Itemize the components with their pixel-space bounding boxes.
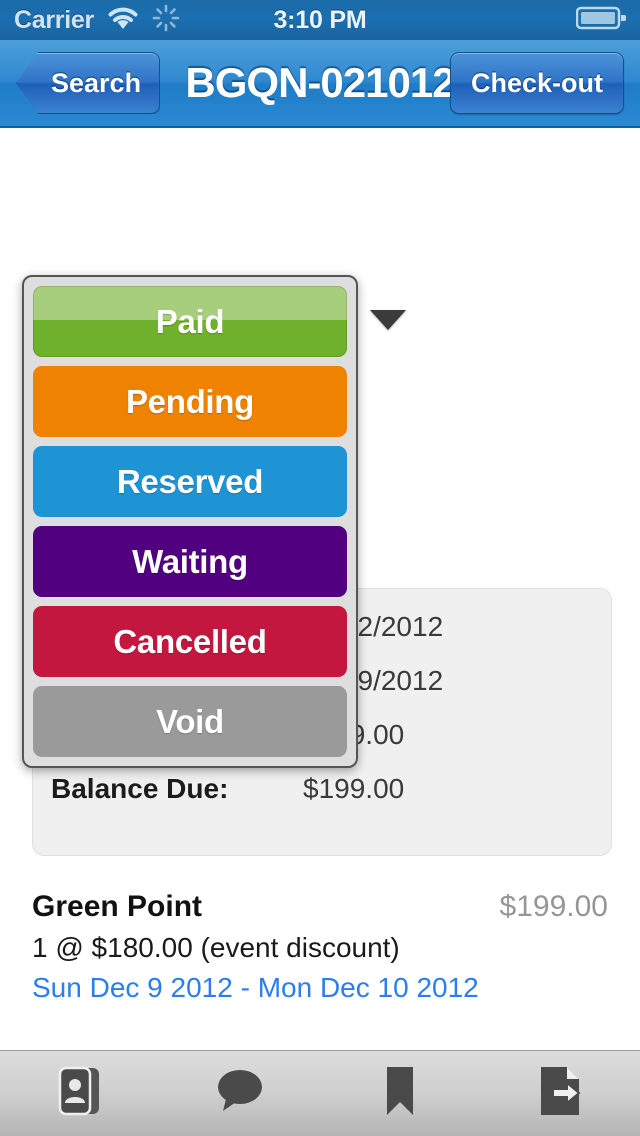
status-option-label: Cancelled xyxy=(113,622,267,660)
carrier-label: Carrier xyxy=(14,5,94,34)
wifi-icon xyxy=(106,5,140,36)
toolbar-button-bookmark[interactable] xyxy=(320,1051,480,1136)
status-option-label: Pending xyxy=(125,382,255,420)
status-option-void[interactable]: Void xyxy=(33,686,347,757)
status-option-paid[interactable]: Paid xyxy=(33,286,347,357)
summary-label: Balance Due: xyxy=(51,773,229,804)
status-bar: Carrier 3:10 PM xyxy=(0,0,640,40)
address-book-icon xyxy=(57,1065,103,1122)
line-item-dates[interactable]: Sun Dec 9 2012 - Mon Dec 10 2012 xyxy=(32,972,608,1004)
status-option-pending[interactable]: Pending xyxy=(33,366,347,437)
line-item[interactable]: Green Point $199.00 1 @ $180.00 (event d… xyxy=(0,890,640,1004)
chevron-down-icon[interactable] xyxy=(370,310,406,330)
check-out-button[interactable]: Check-out xyxy=(449,52,624,114)
status-option-label: Waiting xyxy=(132,542,248,580)
status-option-label: Paid xyxy=(155,302,225,340)
bookmark-icon xyxy=(382,1065,418,1122)
bottom-toolbar xyxy=(0,1050,640,1136)
status-option-label: Reserved xyxy=(116,462,264,500)
status-bar-left: Carrier xyxy=(14,4,180,37)
document-export-icon xyxy=(537,1065,583,1122)
status-option-waiting[interactable]: Waiting xyxy=(33,526,347,597)
line-item-amount: $199.00 xyxy=(499,890,608,923)
status-option-label: Void xyxy=(156,702,224,740)
toolbar-button-comments[interactable] xyxy=(160,1051,320,1136)
toolbar-button-contacts[interactable] xyxy=(0,1051,160,1136)
status-option-reserved[interactable]: Reserved xyxy=(33,446,347,517)
content-area: Check-in: 12/02/2012 Check-out: 12/09/20… xyxy=(0,130,640,1136)
line-item-name: Green Point xyxy=(32,890,203,923)
comment-bubble-icon xyxy=(214,1067,266,1120)
battery-icon xyxy=(575,5,627,36)
navigation-bar: Search BGQN-021012 Check-out xyxy=(0,40,640,128)
status-picker-popover: Paid Pending Reserved Waiting Cancelled … xyxy=(22,275,358,768)
status-bar-right xyxy=(575,5,627,36)
line-item-quantity: 1 @ $180.00 (event discount) xyxy=(32,932,400,963)
summary-value: $199.00 xyxy=(303,773,405,804)
status-option-cancelled[interactable]: Cancelled xyxy=(33,606,347,677)
summary-row-balance-due: Balance Due: $199.00 xyxy=(51,773,593,805)
app-screen: Carrier 3:10 PM Search BGQN-021012 Check… xyxy=(0,0,640,1136)
back-button-search[interactable]: Search xyxy=(16,52,161,114)
line-item-header: Green Point $199.00 xyxy=(32,890,608,924)
activity-spinner-icon xyxy=(152,4,180,37)
toolbar-button-export[interactable] xyxy=(480,1051,640,1136)
